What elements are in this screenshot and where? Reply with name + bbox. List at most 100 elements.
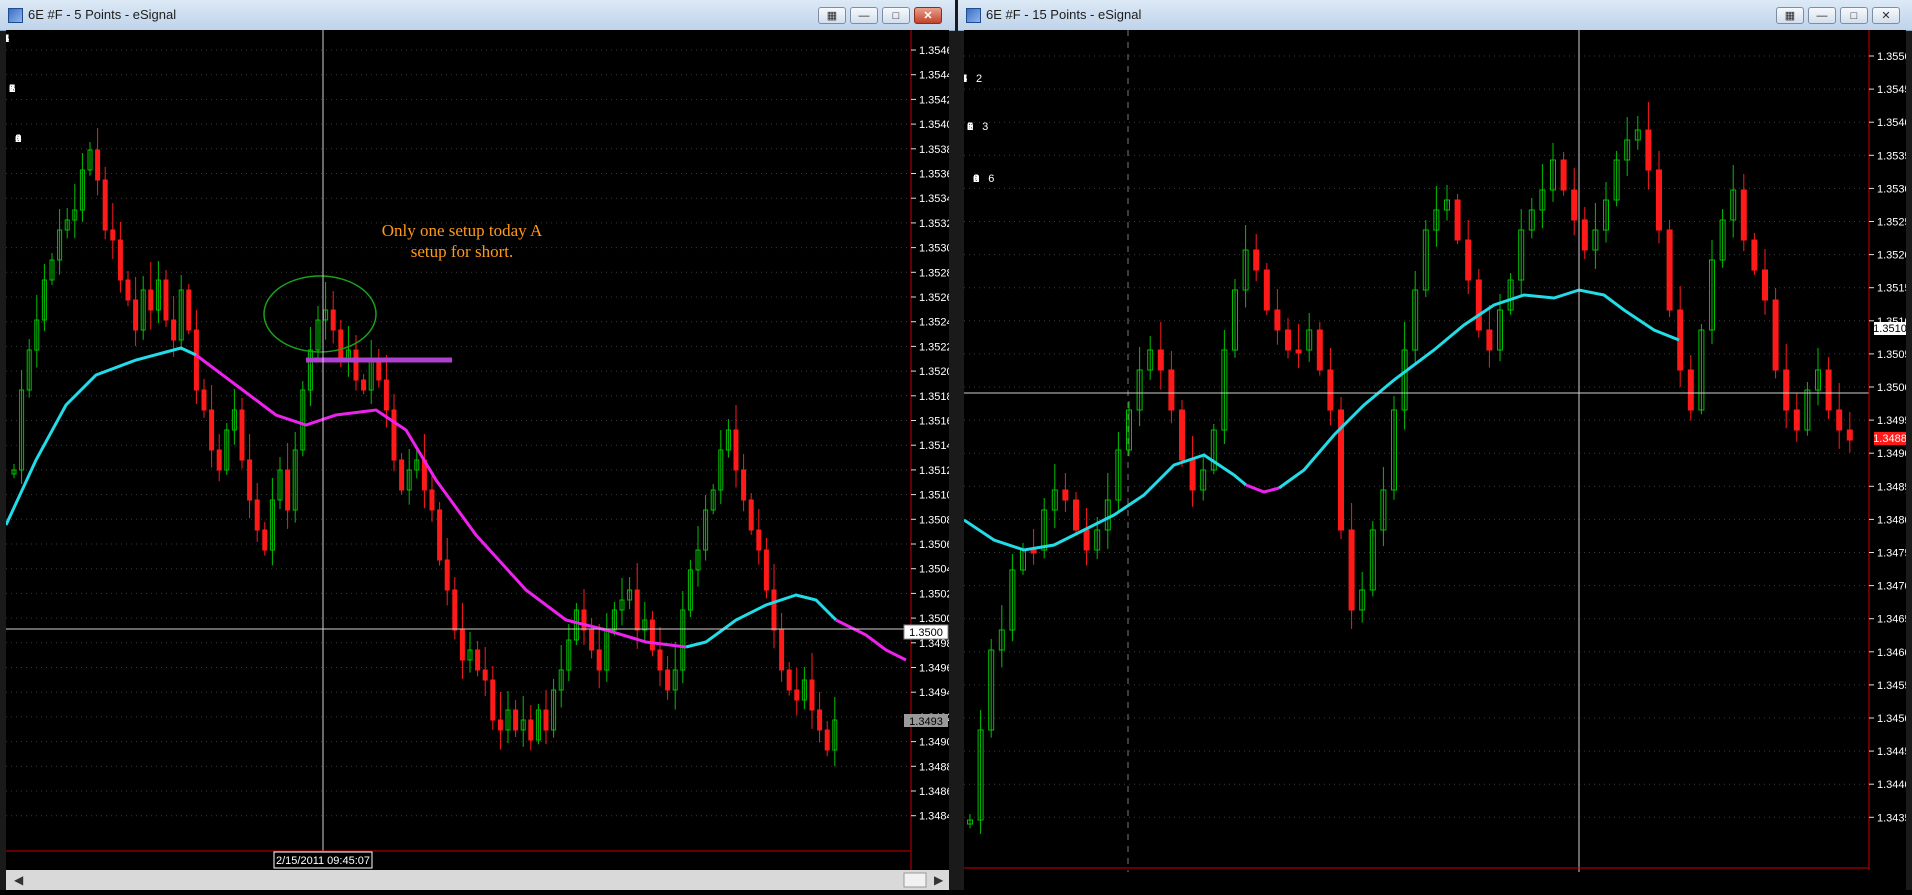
candle [1486,329,1493,351]
horizontal-scrollbar[interactable] [6,870,949,890]
candle [391,409,397,461]
candle [95,149,101,181]
candle [748,499,754,531]
price-tick-label: 1.3535 [1877,150,1906,162]
candle [665,669,671,691]
candle [589,629,595,651]
maximize-button[interactable]: □ [1840,7,1868,24]
candle [1666,229,1673,311]
candle [444,559,450,591]
candle [1316,329,1323,371]
candle [1751,239,1758,271]
candle [110,229,116,241]
price-tick-label: 1.3486 [919,786,949,798]
price-tick-label: 1.3450 [1877,713,1906,725]
moving-average-line [195,353,687,649]
candle [1189,459,1196,491]
candle [763,549,769,591]
price-tick-label: 1.3460 [1877,647,1906,659]
close-button[interactable]: ✕ [914,7,942,24]
candle [1740,189,1747,241]
title-bar[interactable]: 6E #F - 15 Points - eSignal ▦ — □ ✕ [958,0,1912,31]
candle [1475,279,1482,331]
last-price-label: 1.3488 [1873,433,1906,445]
candle [148,289,154,311]
scroll-right-icon[interactable]: ▶ [934,873,944,887]
price-tick-label: 1.3538 [919,144,949,156]
candle [330,309,336,331]
candle [125,279,131,301]
current-price-label: 1.3510 [1873,323,1906,335]
crosshair-time-label: 2/15/2011 09:45:07 [276,855,370,867]
candle [497,719,503,731]
price-chart-15-points[interactable]: 1.3550 1.3545 1.3540 1.3535 1.3530 1.3525 1.35… [961,30,1911,890]
window-title: 6E #F - 5 Points - eSignal [28,7,177,22]
price-tick-label: 1.3494 [919,687,949,699]
title-bar[interactable]: 6E #F - 5 Points - eSignal ▦ — □ ✕ [0,0,955,31]
price-tick-label: 1.3544 [919,70,949,82]
candle [786,669,792,691]
price-tick-label: 1.3542 [919,94,949,106]
price-tick-label: 1.3485 [1877,481,1906,493]
candle [741,469,747,501]
price-tick-label: 1.3504 [919,564,949,576]
chart-canvas[interactable]: Only one setup today A setup for short. … [3,30,953,890]
candle [1846,429,1853,441]
price-tick-label: 1.3514 [919,440,949,452]
candle [361,379,367,391]
scroll-left-icon[interactable]: ◀ [14,873,24,887]
candle [1581,219,1588,251]
price-tick-label: 1.3520 [919,366,949,378]
link-windows-button[interactable]: ▦ [1776,7,1804,24]
maximize-button[interactable]: □ [882,7,910,24]
price-tick-label: 1.3496 [919,663,949,675]
candle [163,279,169,321]
price-tick-label: 1.3520 [1877,250,1906,262]
price-chart-5-points[interactable]: Only one setup today A setup for short. … [3,30,953,890]
candle [1295,349,1302,354]
candle [779,629,785,671]
time-tick-label: 868 [6,33,21,145]
time-tick-label: 838 [964,73,979,185]
candle [201,389,207,411]
link-windows-button[interactable]: ▦ [818,7,846,24]
close-button[interactable]: ✕ [1872,7,1900,24]
price-tick-label: 1.3524 [919,317,949,329]
candle [383,379,389,411]
scrollbar-thumb[interactable] [903,872,927,888]
price-tick-label: 1.3546 [919,45,949,57]
candle [1285,329,1291,351]
candle [1253,249,1260,271]
candle [1157,349,1164,371]
price-tick-label: 1.3498 [919,638,949,650]
chart-canvas[interactable]: 1.3550 1.3545 1.3540 1.3535 1.3530 1.3525 1.35… [961,30,1911,890]
price-tick-label: 1.3545 [1877,84,1906,96]
candle [482,669,488,681]
candle [581,609,587,631]
price-tick-label: 1.3522 [919,341,949,353]
price-tick-label: 1.3530 [919,243,949,255]
candle [117,239,123,281]
candle [171,319,177,341]
price-tick-label: 1.3440 [1877,779,1906,791]
candle [824,729,830,751]
candle [1327,369,1334,411]
candle [1793,409,1800,431]
price-tick-label: 1.3445 [1877,746,1906,758]
candle [1073,499,1079,531]
window-title: 6E #F - 15 Points - eSignal [986,7,1142,22]
price-tick-label: 1.3540 [1877,117,1906,129]
candle [133,299,139,331]
price-tick-label: 1.3500 [919,613,949,625]
candle [452,589,458,631]
candle [102,179,108,231]
candle [490,679,496,721]
minimize-button[interactable]: — [1808,7,1836,24]
candle [771,589,777,631]
candle [1348,529,1355,611]
price-tick-label: 1.3530 [1877,183,1906,195]
candle [1274,309,1281,331]
price-tick-label: 1.3488 [919,761,949,773]
minimize-button[interactable]: — [850,7,878,24]
candle [809,679,815,711]
